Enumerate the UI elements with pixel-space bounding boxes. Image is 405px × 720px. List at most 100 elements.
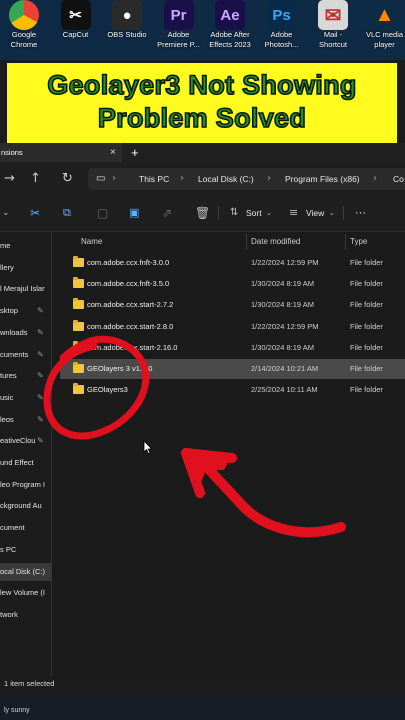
navigation-pane: me llery l Merajul Islar sktop ✎ wnloads ✎ cume… [0,232,52,676]
desktop-shortcut-label: Adobe [167,30,190,39]
desktop-shortcut[interactable]: Ae Adobe After Effects 2023 [208,0,252,49]
desktop-shortcut[interactable]: Ps Adobe Photosh... [260,0,304,49]
file-date-modified: 1/30/2024 8:19 AM [251,279,314,289]
mail-icon: ✉ [318,0,348,30]
sidebar-item[interactable]: eativeClou ✎ [0,432,51,450]
file-name: com.adobe.ccx.start-2.7.2 [87,300,174,310]
explorer-tab[interactable]: nsions [0,143,122,162]
sidebar-item[interactable]: llery [0,259,51,277]
chevron-down-icon[interactable]: ⌄ [266,204,272,222]
sidebar-item[interactable]: twork [0,606,51,624]
file-date-modified: 2/14/2024 10:21 AM [251,364,319,373]
sidebar-item[interactable]: ckground Au [0,497,51,515]
delete-icon[interactable]: 🗑 [195,204,210,222]
sidebar-item[interactable]: lew Volume (I [0,584,51,602]
sort-button[interactable]: Sort [246,204,262,222]
sidebar-item[interactable]: sktop ✎ [0,302,51,320]
sidebar-item-label: ckground Au [0,501,42,511]
breadcrumb-program-files[interactable]: Program Files (x86) [285,168,360,190]
share-icon[interactable]: ⇗ [162,204,172,222]
pin-icon[interactable]: ✎ [37,411,44,429]
file-row[interactable]: com.adobe.ccx.start-2.7.2 1/30/2024 8:19 … [60,295,405,315]
sidebar-item[interactable]: s PC [0,541,51,559]
chevron-right-icon[interactable]: › [267,168,271,190]
rename-icon[interactable]: ▣ [129,204,139,222]
refresh-icon[interactable]: ↻ [62,170,73,188]
sidebar-item-label: ocal Disk (C:) [0,566,46,576]
toolbar-divider [218,206,219,220]
desktop-shortcut[interactable]: ● OBS Studio [105,0,149,41]
more-options-button[interactable]: ··· [355,204,366,222]
desktop-shortcut[interactable]: ▲ VLC media player [363,0,405,49]
file-row[interactable]: GEOlayers3 2/25/2024 10:11 AM File folder [60,380,405,400]
desktop-shortcut[interactable]: Pr Adobe Premiere P... [157,0,201,49]
pin-icon[interactable]: ✎ [37,389,44,407]
sidebar-item[interactable]: usic ✎ [0,389,51,407]
chevron-right-icon[interactable]: › [112,168,116,190]
desktop-shortcut-label: Shortcut [319,39,347,49]
sidebar-item[interactable]: l Merajul Islar [0,280,51,298]
breadcrumb-this-pc[interactable]: This PC [139,168,169,190]
sidebar-item[interactable]: cument [0,519,51,537]
file-row[interactable]: com.adobe.ccx.fnft-3.5.0 1/30/2024 8:19 A… [60,274,405,294]
sidebar-item-label: lew Volume (I [0,588,46,598]
dropdown-chevron-icon[interactable]: ⌄ [2,204,10,222]
desktop-shortcut-label: Chrome [10,39,38,49]
file-row[interactable]: GEOlayers 3 v1.6.0 2/14/2024 10:21 AM File… [60,359,405,379]
sidebar-item[interactable]: ocal Disk (C:) [0,562,51,581]
breadcrumb-local-disk[interactable]: Local Disk (C:) [198,168,254,190]
copy-icon[interactable]: ⧉ [63,204,71,222]
weather-text[interactable]: ly sunny [4,706,30,716]
sort-icon[interactable]: ⇅ [230,204,238,222]
sidebar-item-label: leo Program I [0,479,46,489]
cut-icon[interactable]: ✂ [30,204,40,222]
pin-icon[interactable]: ✎ [37,367,44,385]
new-tab-icon[interactable]: + [131,143,139,162]
pin-icon[interactable]: ✎ [37,432,44,450]
breadcrumb-current[interactable]: Co [393,168,404,190]
column-divider[interactable] [345,234,346,250]
close-tab-icon[interactable]: × [110,143,116,162]
sidebar-item[interactable]: cuments ✎ [0,346,51,364]
file-row[interactable]: com.adobe.ccx.start-2.8.0 1/22/2024 12:59… [60,317,405,337]
pin-icon[interactable]: ✎ [37,324,44,342]
sidebar-item-label: leos [0,414,14,424]
file-row[interactable]: com.adobe.ccx.start-2.16.0 1/30/2024 8:19… [60,338,405,358]
column-header-date[interactable]: Date modified [251,235,300,249]
sidebar-item-label: sktop [0,306,18,316]
view-icon[interactable]: ≡ [289,204,298,222]
explorer-tab-row: nsions × + [0,143,405,162]
file-row[interactable]: com.adobe.ccx.fnft-3.0.0 1/22/2024 12:59 … [60,253,405,273]
file-type: File folder [350,342,383,352]
chevron-right-icon[interactable]: › [180,168,184,190]
pin-icon[interactable]: ✎ [37,346,44,364]
column-divider[interactable] [246,234,247,250]
desktop-shortcut[interactable]: ✉ Mail - Shortcut [311,0,355,49]
obs-icon: ● [112,0,142,30]
sidebar-item[interactable]: wnloads ✎ [0,324,51,342]
sidebar-item[interactable]: leos ✎ [0,411,51,429]
sidebar-item[interactable]: tures ✎ [0,367,51,385]
sidebar-item[interactable]: me [0,237,51,255]
up-arrow-icon[interactable]: ↑ [30,170,41,188]
status-text: 1 item selected [4,679,55,688]
column-header-name[interactable]: Name [81,235,102,249]
monitor-icon[interactable]: ▭ [96,168,105,190]
sidebar-item[interactable]: und Effect [0,454,51,472]
view-button[interactable]: View [306,204,324,222]
folder-icon [73,362,84,373]
chevron-down-icon[interactable]: ⌄ [329,204,335,222]
paste-icon[interactable]: ▢ [97,204,108,222]
command-bar: ⌄ ✂ ⧉ ▢ ▣ ⇗ 🗑 ⇅ Sort ⌄ ≡ View ⌄ ··· [0,196,405,232]
sidebar-item[interactable]: leo Program I [0,476,51,494]
chevron-right-icon[interactable]: › [373,168,377,190]
desktop-shortcut[interactable]: ✂ CapCut [54,0,98,41]
pin-icon[interactable]: ✎ [37,302,44,320]
vlc-icon: ▲ [369,0,400,30]
file-type: File folder [350,385,383,395]
address-bar[interactable]: ▭ › This PC › Local Disk (C:) › Program … [88,168,405,190]
forward-arrow-icon[interactable]: → [4,170,15,188]
folder-icon [73,277,84,289]
desktop-shortcut[interactable]: Google Chrome [2,0,46,49]
column-header-type[interactable]: Type [350,235,367,249]
